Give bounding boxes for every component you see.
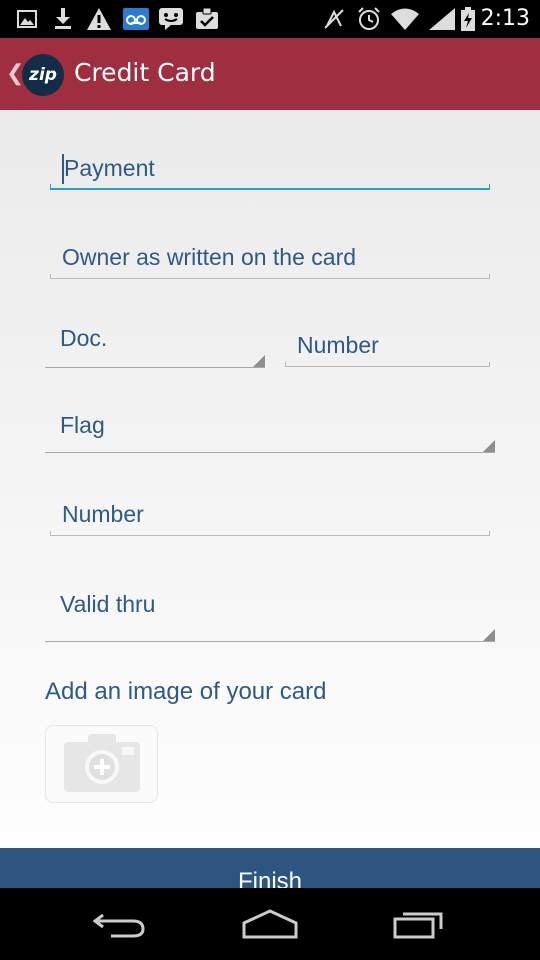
page-title: Credit Card [74, 58, 216, 87]
chat-icon [158, 7, 184, 31]
signal-off-icon [322, 7, 346, 31]
add-image-label: Add an image of your card [45, 678, 327, 705]
valid-thru-label: Valid thru [60, 591, 156, 617]
image-icon [16, 7, 38, 31]
doc-type-label: Doc. [60, 325, 108, 351]
payment-field[interactable]: Payment [50, 136, 490, 190]
status-time: 2:13 [480, 6, 530, 31]
cell-signal-icon [428, 7, 456, 31]
navigation-bar [0, 888, 540, 960]
battery-icon [460, 7, 476, 31]
status-bar: 2:13 [0, 0, 540, 38]
voicemail-icon [122, 7, 150, 31]
finish-button[interactable]: Finish [0, 848, 540, 888]
valid-thru-spinner[interactable]: Valid thru [45, 582, 495, 642]
owner-underline [50, 274, 490, 279]
credit-card-form: Payment Owner as written on the card Doc… [0, 110, 540, 848]
card-number-placeholder: Number [62, 501, 144, 527]
dropdown-arrow-icon [483, 629, 495, 641]
card-number-field[interactable]: Number [50, 482, 490, 536]
app-logo[interactable]: zip [22, 54, 64, 96]
recents-icon[interactable] [380, 902, 460, 946]
owner-placeholder: Owner as written on the card [62, 244, 357, 270]
action-bar: ❮ zip Credit Card [0, 38, 540, 110]
download-icon [52, 7, 74, 31]
flag-label: Flag [60, 412, 105, 438]
owner-field[interactable]: Owner as written on the card [50, 225, 490, 279]
doc-number-placeholder: Number [297, 332, 379, 358]
camera-add-icon [64, 734, 140, 792]
flag-spinner[interactable]: Flag [45, 393, 495, 453]
doc-number-field[interactable]: Number [285, 313, 490, 367]
finish-label: Finish [237, 868, 303, 888]
warning-icon [86, 7, 112, 31]
alarm-icon [356, 7, 382, 31]
doc-type-underline [45, 367, 265, 368]
wifi-icon [390, 7, 420, 31]
dropdown-arrow-icon [483, 440, 495, 452]
back-icon[interactable] [80, 902, 160, 946]
home-icon[interactable] [230, 902, 310, 946]
dropdown-arrow-icon [253, 355, 265, 367]
add-image-button[interactable] [45, 725, 158, 803]
payment-underline [50, 184, 490, 190]
valid-thru-underline [45, 641, 495, 642]
card-number-underline [50, 531, 490, 536]
doc-number-underline [285, 362, 490, 367]
clipboard-icon [194, 7, 220, 31]
payment-placeholder: Payment [64, 155, 155, 181]
doc-type-spinner[interactable]: Doc. [45, 308, 265, 368]
flag-underline [45, 452, 495, 453]
